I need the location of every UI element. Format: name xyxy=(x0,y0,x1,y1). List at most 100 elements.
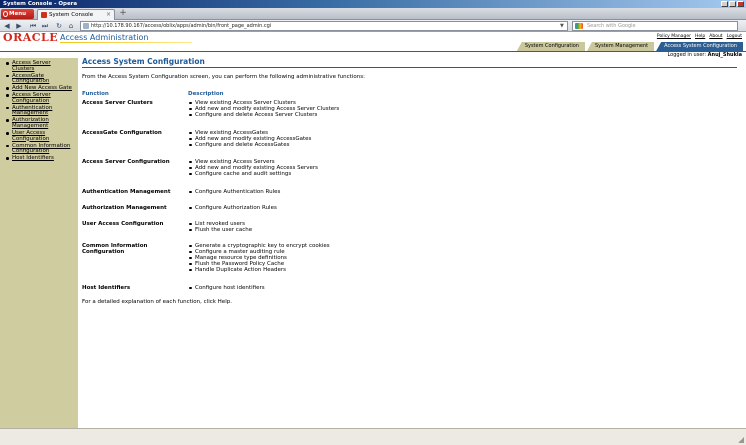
sidebar-item-authentication-management[interactable]: Authentication Management xyxy=(6,105,74,117)
bullet-icon xyxy=(189,262,192,266)
description-text: Configure host identifiers xyxy=(195,285,265,291)
function-name: Access Server Clusters xyxy=(82,100,153,106)
description-item: Configure Authentication Rules xyxy=(188,189,728,195)
intro-text: From the Access System Configuration scr… xyxy=(82,74,365,80)
bullet-icon xyxy=(189,190,192,194)
sidebar-item-label[interactable]: Add New Access Gate xyxy=(12,86,74,92)
bullet-icon xyxy=(6,62,9,65)
bullet-icon xyxy=(6,94,9,97)
browser-tab-system-console[interactable]: System Console × xyxy=(37,9,115,20)
description-item: Configure cache and audit settings xyxy=(188,171,728,177)
browser-tab-bar: Menu System Console × + xyxy=(0,8,746,20)
bullet-icon xyxy=(6,144,9,148)
heading-divider xyxy=(82,67,737,68)
description-text: Configure and delete AccessGates xyxy=(195,142,290,148)
description-text: Handle Duplicate Action Headers xyxy=(195,267,286,273)
favicon-icon xyxy=(41,12,47,18)
title-underline xyxy=(60,42,192,43)
bullet-icon xyxy=(189,137,192,141)
sidebar-item-add-new-access-gate[interactable]: Add New Access Gate xyxy=(6,86,74,92)
function-name: Authentication Management xyxy=(82,189,171,195)
close-window-icon[interactable] xyxy=(737,1,744,7)
forward-icon[interactable]: ▶ xyxy=(14,21,24,31)
reload-icon[interactable]: ↻ xyxy=(54,21,64,31)
sidebar-item-authorization-management[interactable]: Authorization Management xyxy=(6,118,74,129)
page-title: Access System Configuration xyxy=(82,57,205,66)
opera-menu-button[interactable]: Menu xyxy=(1,9,34,19)
address-dropdown-icon[interactable]: ▼ xyxy=(560,23,566,29)
menu-label: Menu xyxy=(9,11,27,17)
bullet-icon xyxy=(189,286,192,290)
bullet-icon xyxy=(6,74,9,78)
function-name: User Access Configuration xyxy=(82,221,164,227)
sidebar-item-label[interactable]: User Access Configuration xyxy=(12,130,74,142)
logout-link[interactable]: Logout xyxy=(727,34,742,39)
sidebar-item-label[interactable]: Access Server Configuration xyxy=(12,93,74,104)
minimize-icon[interactable] xyxy=(721,1,728,7)
back-icon[interactable]: ◀ xyxy=(2,21,12,31)
opera-logo-icon xyxy=(3,11,8,17)
resize-grip-icon[interactable] xyxy=(738,437,744,443)
header-divider xyxy=(0,51,746,52)
function-name: AccessGate Configuration xyxy=(82,130,162,136)
sidebar-item-user-access-configuration[interactable]: User Access Configuration xyxy=(6,130,74,142)
bullet-icon xyxy=(6,157,9,160)
sidebar-item-access-server-clusters[interactable]: Access Server Clusters xyxy=(6,60,74,72)
description-item: Flush the user cache xyxy=(188,227,728,233)
bullet-icon xyxy=(189,172,192,176)
description-item: Configure and delete AccessGates xyxy=(188,142,728,148)
address-bar[interactable]: http://10.178.90.167/access/oblix/apps/a… xyxy=(80,21,568,31)
page-info-icon[interactable] xyxy=(83,23,89,29)
function-description: Generate a cryptographic key to encrypt … xyxy=(188,243,728,273)
bullet-icon xyxy=(189,107,192,111)
bullet-icon xyxy=(189,222,192,226)
function-description: View existing Access Server Clusters Add… xyxy=(188,100,728,118)
function-name: Access Server Configuration xyxy=(82,159,170,165)
sidebar-item-label[interactable]: Authorization Management xyxy=(12,118,74,129)
tab-close-icon[interactable]: × xyxy=(106,10,111,20)
google-search-icon[interactable] xyxy=(575,23,583,29)
description-item: Configure and delete Access Server Clust… xyxy=(188,112,728,118)
bullet-icon xyxy=(6,87,9,90)
sidebar-item-label[interactable]: Access Server Clusters xyxy=(12,60,74,72)
sidebar-item-common-information-configuration[interactable]: Common Information Configuration xyxy=(6,143,74,155)
tab-system-configuration[interactable]: System Configuration xyxy=(516,42,585,51)
sidebar-item-label[interactable]: AccessGate Configuration xyxy=(12,73,74,85)
sidebar-item-accessgate-configuration[interactable]: AccessGate Configuration xyxy=(6,73,74,85)
bullet-icon xyxy=(189,244,192,248)
bullet-icon xyxy=(189,206,192,210)
description-text: Flush the user cache xyxy=(195,227,253,233)
home-icon[interactable]: ⌂ xyxy=(66,21,76,31)
description-text: Configure cache and audit settings xyxy=(195,171,292,177)
tab-access-system-configuration[interactable]: Access System Configuration xyxy=(656,42,743,51)
maximize-icon[interactable] xyxy=(729,1,736,7)
sidebar-item-host-identifiers[interactable]: Host Identifiers xyxy=(6,156,74,162)
policy-manager-link[interactable]: Policy Manager xyxy=(657,34,691,39)
window-title: System Console - Opera xyxy=(3,1,78,7)
main-content: Access System Configuration From the Acc… xyxy=(82,57,737,305)
description-text: Configure and delete Access Server Clust… xyxy=(195,112,318,118)
bullet-icon xyxy=(189,268,192,272)
bullet-icon xyxy=(189,228,192,232)
window-title-bar: System Console - Opera xyxy=(0,0,746,8)
status-bar xyxy=(0,428,746,445)
help-link[interactable]: Help xyxy=(695,34,705,39)
url-text: http://10.178.90.167/access/oblix/apps/a… xyxy=(91,23,272,29)
function-name: Authorization Management xyxy=(82,205,167,211)
function-description: Configure Authorization Rules xyxy=(188,205,728,211)
sidebar-item-label[interactable]: Host Identifiers xyxy=(12,156,74,162)
new-tab-button[interactable]: + xyxy=(118,9,128,19)
sidebar-item-access-server-configuration[interactable]: Access Server Configuration xyxy=(6,93,74,104)
sidebar-item-label[interactable]: Authentication Management xyxy=(12,105,74,117)
window-controls xyxy=(721,1,744,7)
bullet-icon xyxy=(6,106,9,110)
search-input[interactable]: Search with Google xyxy=(572,21,738,31)
rewind-icon[interactable]: ⏮ xyxy=(28,21,38,31)
bullet-icon xyxy=(6,132,9,135)
sidebar-item-label[interactable]: Common Information Configuration xyxy=(12,143,74,155)
fast-forward-icon[interactable]: ⏭ xyxy=(40,21,50,31)
description-item: Configure host identifiers xyxy=(188,285,728,291)
tab-system-management[interactable]: System Management xyxy=(586,42,655,51)
description-item: Configure Authorization Rules xyxy=(188,205,728,211)
about-link[interactable]: About xyxy=(709,34,722,39)
